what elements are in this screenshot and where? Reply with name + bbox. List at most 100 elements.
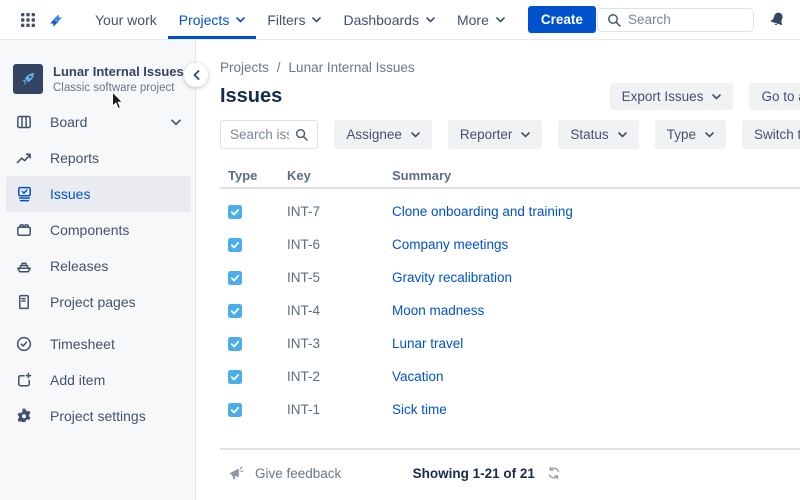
primary-nav: Your work Projects Filters Dashboards Mo… (84, 0, 516, 39)
sidebar-item-label: Project settings (50, 408, 146, 424)
issue-summary-link[interactable]: Lunar travel (392, 336, 463, 351)
table-body: INT-7 Clone onboarding and training INT-… (220, 195, 800, 426)
table-row: INT-3 Lunar travel (220, 327, 800, 360)
issue-key: INT-3 (287, 336, 392, 351)
sidebar-item-project-pages[interactable]: Project pages (0, 284, 195, 320)
chevron-down-icon (312, 17, 321, 23)
app-switcher-button[interactable] (14, 0, 42, 39)
notifications-button[interactable] (769, 11, 786, 28)
nav-projects[interactable]: Projects (168, 0, 257, 39)
project-sidebar: Lunar Internal Issues Classic software p… (0, 40, 196, 500)
go-to-advanced-search-label: Go to adv (761, 89, 800, 104)
issue-key: INT-2 (287, 369, 392, 384)
sidebar-item-add-item[interactable]: Add item (0, 362, 195, 398)
page-header: Issues Export Issues Go to adv (220, 83, 800, 110)
page-title: Issues (220, 85, 282, 108)
issue-summary-link[interactable]: Clone onboarding and training (392, 204, 573, 219)
status-filter-dropdown[interactable]: Status (558, 120, 638, 149)
issue-summary-link[interactable]: Vacation (392, 369, 444, 384)
global-search-input[interactable] (628, 12, 744, 27)
sidebar-item-board[interactable]: Board (0, 104, 195, 140)
sidebar-item-components[interactable]: Components (0, 212, 195, 248)
issues-table: Type Key Summary INT-7 Clone onboarding … (220, 163, 800, 426)
sidebar-item-project-settings[interactable]: Project settings (0, 398, 195, 434)
issue-summary-link[interactable]: Moon madness (392, 303, 484, 318)
sidebar-item-label: Add item (50, 372, 105, 388)
project-name: Lunar Internal Issues (53, 64, 184, 80)
issue-type-cell (228, 205, 287, 219)
issue-summary-link[interactable]: Sick time (392, 402, 447, 417)
sidebar-item-timesheet[interactable]: Timesheet (0, 326, 195, 362)
search-issues-input[interactable] (230, 127, 289, 142)
assignee-filter-label: Assignee (346, 127, 402, 142)
assignee-filter-dropdown[interactable]: Assignee (334, 120, 432, 149)
breadcrumb: Projects / Lunar Internal Issues (220, 60, 800, 75)
issue-type-cell (228, 238, 287, 252)
search-issues-field[interactable] (220, 120, 318, 149)
app-grid-icon (20, 12, 36, 28)
nav-filters[interactable]: Filters (256, 0, 332, 39)
sidebar-item-label: Issues (50, 186, 90, 202)
export-issues-label: Export Issues (622, 89, 704, 104)
nav-dashboards[interactable]: Dashboards (332, 0, 446, 39)
pagination-status: Showing 1-21 of 21 (413, 466, 561, 481)
chevron-down-icon[interactable] (171, 119, 181, 126)
project-header: Lunar Internal Issues Classic software p… (0, 64, 195, 94)
create-button[interactable]: Create (528, 6, 596, 33)
sidebar-item-label: Components (50, 222, 129, 238)
table-row: INT-6 Company meetings (220, 228, 800, 261)
issue-key: INT-1 (287, 402, 392, 417)
breadcrumb-projects[interactable]: Projects (220, 60, 269, 75)
breadcrumb-separator: / (277, 60, 281, 75)
sidebar-collapse-button[interactable] (184, 63, 208, 87)
breadcrumb-project-name[interactable]: Lunar Internal Issues (289, 60, 415, 75)
export-issues-button[interactable]: Export Issues (610, 83, 734, 110)
task-type-icon (228, 205, 287, 219)
clock-check-icon (14, 335, 34, 353)
sidebar-item-releases[interactable]: Releases (0, 248, 195, 284)
rocket-icon (19, 70, 37, 88)
nav-filters-label: Filters (267, 12, 305, 28)
give-feedback-button[interactable]: Give feedback (228, 465, 341, 481)
task-type-icon (228, 271, 287, 285)
switch-view-button[interactable]: Switch to d (742, 120, 800, 149)
sidebar-item-issues[interactable]: Issues (6, 176, 191, 212)
global-search[interactable] (597, 8, 754, 32)
board-icon (14, 113, 34, 131)
nav-more[interactable]: More (446, 0, 516, 39)
issue-summary-link[interactable]: Company meetings (392, 237, 508, 252)
sidebar-item-label: Reports (50, 150, 99, 166)
showing-count: Showing 1-21 of 21 (413, 466, 535, 481)
gear-icon (14, 407, 34, 425)
task-type-icon (228, 304, 287, 318)
column-header-type: Type (228, 168, 287, 183)
column-header-key: Key (287, 168, 392, 183)
table-header: Type Key Summary (220, 163, 800, 189)
chevron-down-icon (705, 132, 714, 138)
chevron-down-icon (411, 132, 420, 138)
nav-projects-label: Projects (179, 12, 230, 28)
type-filter-dropdown[interactable]: Type (655, 120, 726, 149)
sidebar-item-reports[interactable]: Reports (0, 140, 195, 176)
chevron-down-icon (618, 132, 627, 138)
refresh-icon[interactable] (547, 466, 561, 480)
table-row: INT-5 Gravity recalibration (220, 261, 800, 294)
search-icon (607, 13, 621, 27)
reporter-filter-dropdown[interactable]: Reporter (448, 120, 543, 149)
nav-more-label: More (457, 12, 489, 28)
go-to-advanced-search-button[interactable]: Go to adv (749, 83, 800, 110)
ship-icon (14, 257, 34, 275)
bell-icon (769, 11, 786, 28)
issue-key: INT-4 (287, 303, 392, 318)
nav-dashboards-label: Dashboards (343, 12, 419, 28)
table-footer: Give feedback Showing 1-21 of 21 (220, 450, 800, 496)
jira-logo[interactable] (42, 0, 70, 39)
switch-view-label: Switch to d (754, 127, 800, 142)
table-row: INT-4 Moon madness (220, 294, 800, 327)
jira-logo-icon (46, 10, 66, 30)
issue-summary-link[interactable]: Gravity recalibration (392, 270, 512, 285)
nav-your-work[interactable]: Your work (84, 0, 168, 39)
sidebar-item-label: Board (50, 114, 87, 130)
nav-right-section (597, 0, 786, 39)
table-row: INT-1 Sick time (220, 393, 800, 426)
